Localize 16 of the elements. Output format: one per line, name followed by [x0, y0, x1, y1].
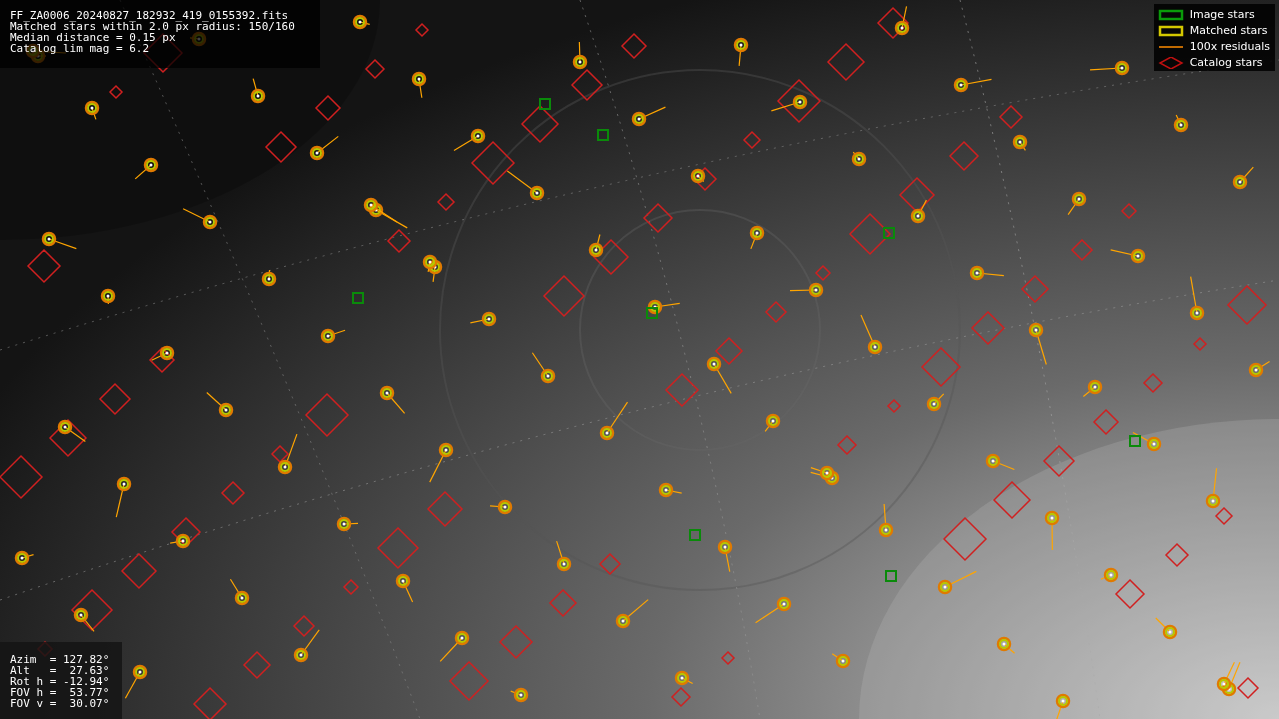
info-text: FF_ZA0006_20240827_182932_419_0155392.fits [10, 10, 290, 21]
pointing-text: Azim = 127.82° [10, 654, 111, 665]
info-text: Catalog lim mag = 6.2 [10, 43, 151, 54]
diamond-icon [1157, 56, 1184, 69]
info-text: Matched stars within 2.0 px radius: 150/160 [10, 21, 296, 32]
frame-icon [1157, 24, 1184, 37]
pointing-text: Alt = 27.63° [10, 665, 111, 676]
legend-label: Image stars [1189, 8, 1255, 21]
frame-icon [1157, 8, 1184, 21]
pointing-text: FOV v = 30.07° [10, 698, 111, 709]
legend-label: 100x residuals [1189, 40, 1270, 53]
pointing-text: Rot h = -12.94° [10, 676, 111, 687]
pointing-text: FOV h = 53.77° [10, 687, 111, 698]
legend-label: Matched stars [1189, 24, 1268, 37]
legend-label: Catalog stars [1189, 56, 1263, 69]
info-text: Median distance = 0.15 px [10, 32, 176, 43]
